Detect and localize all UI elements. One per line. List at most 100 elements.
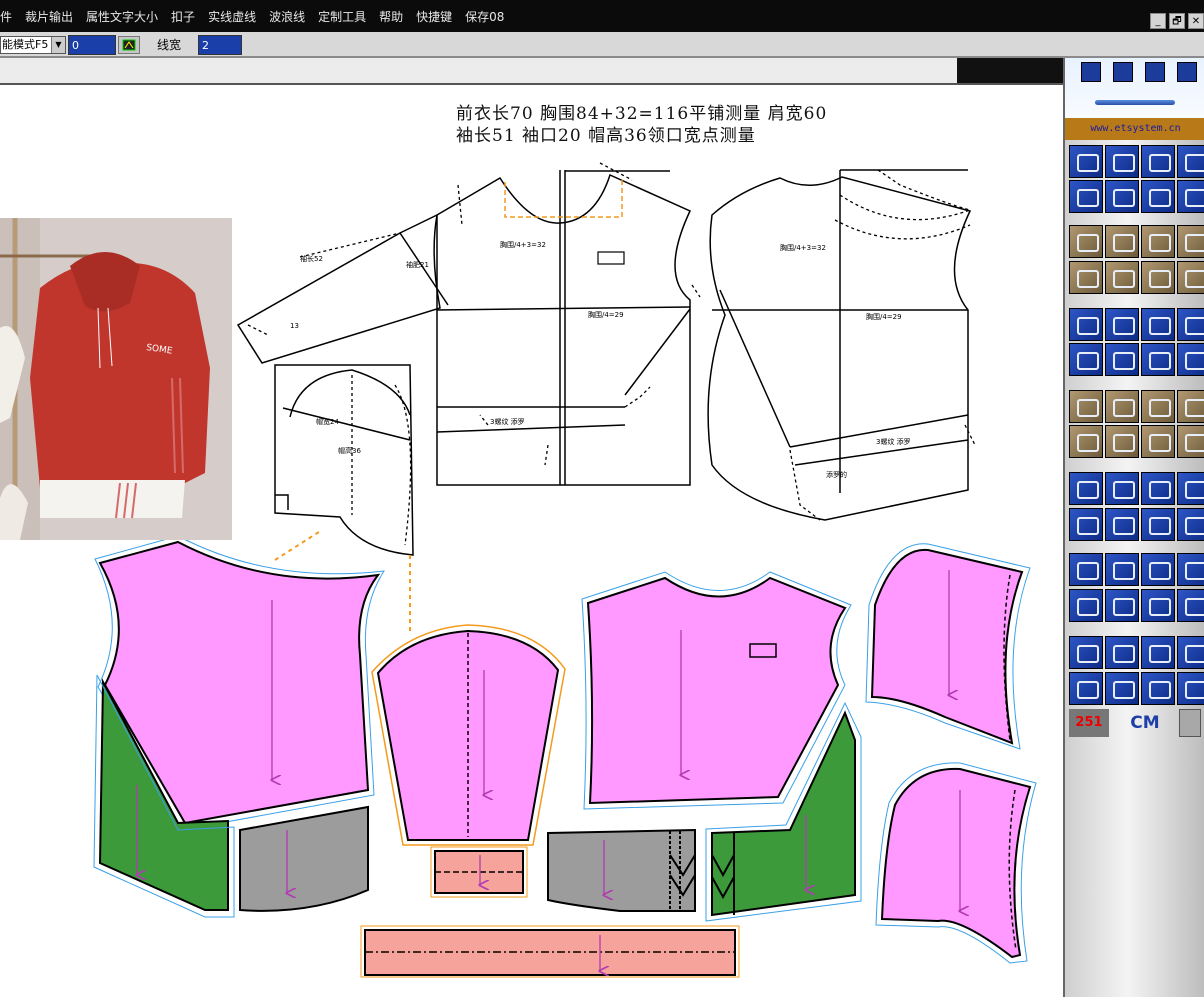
linewidth-field[interactable]: 2 — [198, 35, 242, 55]
tool-button-28[interactable] — [1177, 390, 1204, 423]
layer-icon[interactable] — [1081, 62, 1101, 82]
svg-text:胸围/4+3=32: 胸围/4+3=32 — [500, 240, 546, 249]
tool-button-27[interactable] — [1141, 390, 1175, 423]
tool-button-24[interactable] — [1177, 343, 1204, 376]
tool-button-17[interactable] — [1069, 308, 1103, 341]
tool-button-2[interactable] — [1105, 145, 1139, 178]
tool-button-16[interactable] — [1177, 261, 1204, 294]
draft-pattern — [236, 162, 976, 556]
status-dark-block — [957, 58, 1063, 83]
magnifier-icon[interactable] — [1145, 62, 1165, 82]
menu-wave-line[interactable]: 波浪线 — [269, 8, 305, 25]
tool-button-49[interactable] — [1069, 636, 1103, 669]
close-button[interactable]: ✕ — [1188, 13, 1204, 29]
tool-button-5[interactable] — [1069, 180, 1103, 213]
svg-text:3螺纹 添罗: 3螺纹 添罗 — [876, 437, 911, 446]
tool-button-4[interactable] — [1177, 145, 1204, 178]
tool-button-35[interactable] — [1141, 472, 1175, 505]
tool-button-22[interactable] — [1105, 343, 1139, 376]
svg-text:帽宽24: 帽宽24 — [316, 417, 339, 426]
tool-button-34[interactable] — [1105, 472, 1139, 505]
tool-button-32[interactable] — [1177, 425, 1204, 458]
piece-count: 251 — [1069, 709, 1109, 737]
tool-button-26[interactable] — [1105, 390, 1139, 423]
menu-buttons[interactable]: 扣子 — [171, 8, 195, 25]
tool-button-6[interactable] — [1105, 180, 1139, 213]
tool-button-56[interactable] — [1177, 672, 1204, 705]
tool-button-36[interactable] — [1177, 472, 1204, 505]
tool-button-39[interactable] — [1141, 508, 1175, 541]
piece-hood-top — [870, 548, 1024, 745]
tool-button-11[interactable] — [1141, 225, 1175, 258]
color-picker-icon[interactable] — [118, 36, 140, 54]
tool-button-41[interactable] — [1069, 553, 1103, 586]
restore-button[interactable]: 🗗 — [1169, 13, 1185, 29]
tool-panel: www.etsystem.cn 251 CM — [1063, 58, 1204, 997]
tool-button-10[interactable] — [1105, 225, 1139, 258]
menu-items: 文件 裁片输出 属性文字大小 扣子 实线虚线 波浪线 定制工具 帮助 快捷键 保… — [0, 0, 517, 32]
menu-piece-output[interactable]: 裁片输出 — [25, 8, 73, 25]
tool-button-25[interactable] — [1069, 390, 1103, 423]
chart-icon[interactable] — [1113, 62, 1133, 82]
tool-button-20[interactable] — [1177, 308, 1204, 341]
menu-text-size[interactable]: 属性文字大小 — [86, 8, 158, 25]
tool-button-15[interactable] — [1141, 261, 1175, 294]
tool-button-43[interactable] — [1141, 553, 1175, 586]
logo-url: www.etsystem.cn — [1065, 118, 1204, 140]
tool-button-38[interactable] — [1105, 508, 1139, 541]
tool-button-7[interactable] — [1141, 180, 1175, 213]
tool-button-8[interactable] — [1177, 180, 1204, 213]
menu-custom-tools[interactable]: 定制工具 — [318, 8, 366, 25]
calculator-icon[interactable] — [1179, 709, 1201, 737]
minimize-button[interactable]: _ — [1150, 13, 1166, 29]
menu-line-style[interactable]: 实线虚线 — [208, 8, 256, 25]
menu-shortcuts[interactable]: 快捷键 — [416, 8, 452, 25]
mode-select[interactable]: 能模式F5 ▼ — [0, 36, 66, 54]
unit-label[interactable]: CM — [1117, 709, 1173, 737]
tool-button-52[interactable] — [1177, 636, 1204, 669]
tool-button-9[interactable] — [1069, 225, 1103, 258]
tool-button-48[interactable] — [1177, 589, 1204, 622]
tool-button-14[interactable] — [1105, 261, 1139, 294]
svg-text:袖长52: 袖长52 — [300, 254, 323, 263]
status-strip — [0, 58, 1063, 85]
svg-text:帽高36: 帽高36 — [338, 446, 361, 455]
tool-button-3[interactable] — [1141, 145, 1175, 178]
list-icon[interactable] — [1177, 62, 1197, 82]
value-field[interactable]: 0 — [68, 35, 116, 55]
svg-text:添罗的: 添罗的 — [826, 470, 847, 479]
tool-button-31[interactable] — [1141, 425, 1175, 458]
tool-button-1[interactable] — [1069, 145, 1103, 178]
tool-button-44[interactable] — [1177, 553, 1204, 586]
menu-file[interactable]: 文件 — [0, 8, 12, 25]
drawing-canvas[interactable]: 胸围/4+3=32 胸围/4=29 胸围/4+3=32 胸围/4=29 袖长52… — [0, 85, 1063, 997]
tool-button-18[interactable] — [1105, 308, 1139, 341]
tool-button-47[interactable] — [1141, 589, 1175, 622]
svg-text:13: 13 — [290, 322, 299, 330]
tool-button-19[interactable] — [1141, 308, 1175, 341]
menu-help[interactable]: 帮助 — [379, 8, 403, 25]
tool-button-29[interactable] — [1069, 425, 1103, 458]
tool-button-50[interactable] — [1105, 636, 1139, 669]
tool-button-55[interactable] — [1141, 672, 1175, 705]
tool-button-37[interactable] — [1069, 508, 1103, 541]
tool-button-45[interactable] — [1069, 589, 1103, 622]
tool-button-53[interactable] — [1069, 672, 1103, 705]
app-logo: www.etsystem.cn — [1065, 58, 1204, 140]
tool-button-42[interactable] — [1105, 553, 1139, 586]
tool-button-33[interactable] — [1069, 472, 1103, 505]
tool-button-13[interactable] — [1069, 261, 1103, 294]
tool-button-46[interactable] — [1105, 589, 1139, 622]
svg-text:胸围/4+3=32: 胸围/4+3=32 — [780, 243, 826, 252]
tool-button-21[interactable] — [1069, 343, 1103, 376]
tool-button-54[interactable] — [1105, 672, 1139, 705]
chevron-down-icon[interactable]: ▼ — [51, 37, 65, 53]
pattern-spec-line2: 袖长51 袖口20 帽高36领口宽点测量 — [456, 126, 756, 146]
tool-button-51[interactable] — [1141, 636, 1175, 669]
tool-button-30[interactable] — [1105, 425, 1139, 458]
menu-save[interactable]: 保存08 — [465, 8, 504, 25]
tool-button-12[interactable] — [1177, 225, 1204, 258]
tool-button-23[interactable] — [1141, 343, 1175, 376]
tool-button-40[interactable] — [1177, 508, 1204, 541]
reference-photo: SOME — [0, 218, 232, 540]
